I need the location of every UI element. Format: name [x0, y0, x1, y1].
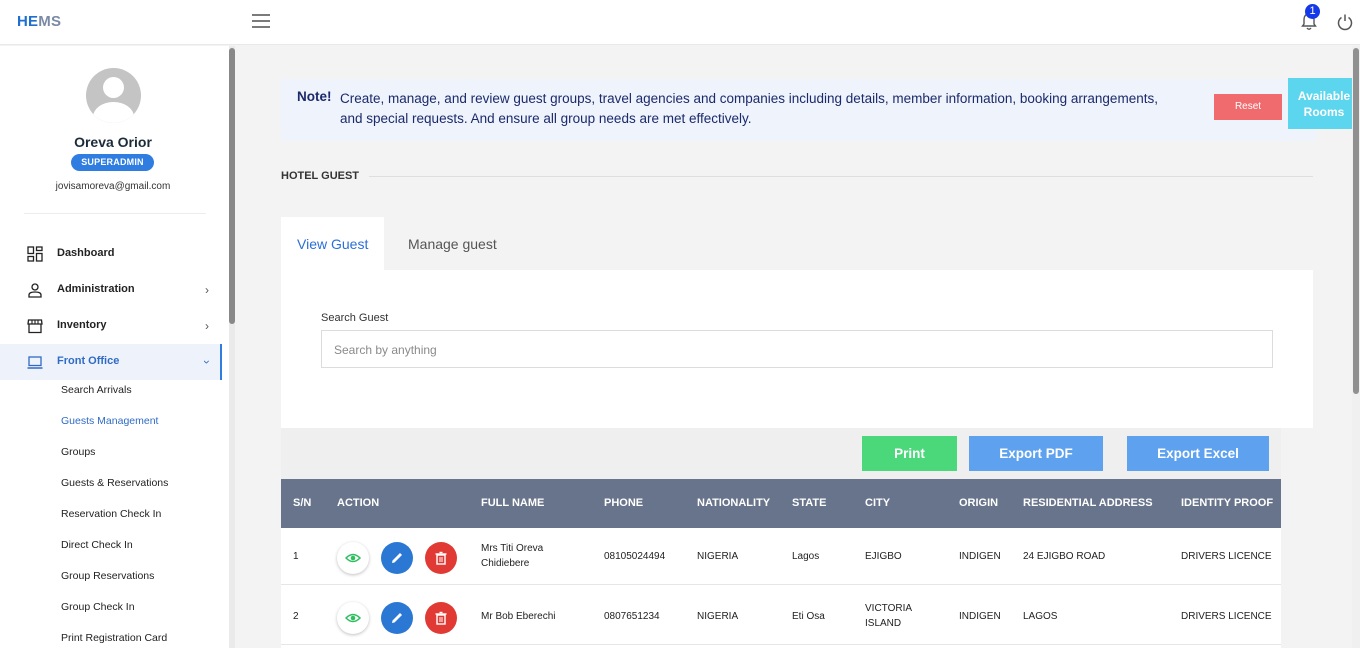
- chevron-down-icon: ›: [200, 360, 214, 364]
- sidebar-item-label: Front Office: [57, 355, 120, 367]
- cell-address: 24 EJIGBO ROAD: [1023, 551, 1106, 562]
- search-input[interactable]: Search by anything: [321, 330, 1273, 368]
- sidebar-subitem-group-check-in[interactable]: Group Check In: [61, 601, 135, 613]
- table-row[interactable]: 2 Mr Bob Eberechi 0807651234 NIGERIA Eti…: [281, 589, 1281, 645]
- view-button[interactable]: [337, 542, 369, 574]
- role-badge: SUPERADMIN: [71, 154, 154, 171]
- view-button[interactable]: [337, 602, 369, 634]
- eye-icon: [345, 553, 361, 563]
- column-header: RESIDENTIAL ADDRESS: [1023, 497, 1153, 509]
- edit-button[interactable]: [381, 542, 413, 574]
- column-header: CITY: [865, 497, 891, 509]
- cell-origin: INDIGEN: [959, 551, 1001, 562]
- sidebar-subitem-print-registration-card[interactable]: Print Registration Card: [61, 632, 167, 644]
- cell-city: VICTORIA ISLAND: [865, 603, 912, 629]
- chevron-right-icon: ›: [205, 283, 209, 297]
- sidebar-item-label: Dashboard: [57, 247, 115, 259]
- cell-state: Eti Osa: [792, 611, 825, 622]
- user-email: jovisamoreva@gmail.com: [55, 181, 171, 192]
- column-header: ACTION: [337, 497, 380, 509]
- sidebar-scrollbar[interactable]: [229, 46, 235, 648]
- main-content: Note! Create, manage, and review guest g…: [236, 46, 1352, 648]
- section-divider: [369, 176, 1313, 177]
- sidebar-item-label: Administration: [57, 283, 135, 295]
- export-excel-button[interactable]: Export Excel: [1127, 436, 1269, 471]
- trash-icon: [435, 611, 447, 625]
- store-icon: [27, 319, 43, 334]
- cell-sn: 1: [293, 551, 299, 562]
- sidebar-subitem-guests-reservations[interactable]: Guests & Reservations: [61, 477, 168, 489]
- search-card: Search Guest Search by anything: [281, 270, 1313, 428]
- cell-sn: 2: [293, 611, 299, 622]
- column-header: PHONE: [604, 497, 644, 509]
- eye-icon: [345, 613, 361, 623]
- table-header: S/N ACTION FULL NAME PHONE NATIONALITY S…: [281, 479, 1281, 528]
- note-text: Create, manage, and review guest groups,…: [340, 91, 1158, 126]
- reset-button[interactable]: Reset: [1214, 94, 1282, 120]
- note-banner: Note! Create, manage, and review guest g…: [281, 79, 1316, 141]
- sidebar-subitem-group-reservations[interactable]: Group Reservations: [61, 570, 154, 582]
- trash-icon: [435, 551, 447, 565]
- cell-nationality: NIGERIA: [697, 611, 739, 622]
- main-scrollbar[interactable]: [1352, 46, 1360, 648]
- column-header: NATIONALITY: [697, 497, 771, 509]
- sidebar-subitem-reservation-check-in[interactable]: Reservation Check In: [61, 508, 161, 520]
- sidebar-subitem-search-arrivals[interactable]: Search Arrivals: [61, 384, 132, 396]
- column-header: STATE: [792, 497, 827, 509]
- notification-badge: 1: [1305, 4, 1320, 19]
- menu-toggle-icon[interactable]: [252, 14, 270, 28]
- pencil-icon: [392, 613, 402, 623]
- available-rooms-button[interactable]: Available Rooms: [1288, 78, 1352, 129]
- cell-full-name: Mrs Titi Oreva Chidiebere: [481, 543, 544, 569]
- app-logo[interactable]: HEMS: [17, 13, 61, 30]
- sidebar-subitem-groups[interactable]: Groups: [61, 446, 95, 458]
- print-button[interactable]: Print: [862, 436, 957, 471]
- column-header: ORIGIN: [959, 497, 999, 509]
- table-row[interactable]: 1 Mrs Titi Oreva Chidiebere 08105024494 …: [281, 529, 1281, 585]
- cell-identity-proof: DRIVERS LICENCE: [1181, 611, 1272, 622]
- sidebar-subitem-direct-check-in[interactable]: Direct Check In: [61, 539, 133, 551]
- edit-button[interactable]: [381, 602, 413, 634]
- cell-address: LAGOS: [1023, 611, 1058, 622]
- column-header: IDENTITY PROOF: [1181, 497, 1274, 509]
- sidebar-subitem-guests-management[interactable]: Guests Management: [61, 415, 158, 427]
- laptop-icon: [27, 356, 43, 369]
- delete-button[interactable]: [425, 542, 457, 574]
- export-pdf-button[interactable]: Export PDF: [969, 436, 1103, 471]
- section-title: HOTEL GUEST: [281, 170, 360, 182]
- sidebar-item-label: Inventory: [57, 319, 107, 331]
- sidebar-divider: [24, 213, 206, 214]
- user-name: Oreva Orior: [74, 134, 152, 150]
- note-label: Note!: [297, 89, 332, 104]
- tab-manage-guest[interactable]: Manage guest: [408, 236, 497, 252]
- cell-phone: 08105024494: [604, 551, 666, 562]
- guest-table: S/N ACTION FULL NAME PHONE NATIONALITY S…: [281, 479, 1281, 648]
- cell-state: Lagos: [792, 551, 820, 562]
- search-label: Search Guest: [321, 312, 389, 324]
- dashboard-icon: [27, 246, 43, 262]
- column-header: S/N: [293, 497, 312, 509]
- cell-origin: INDIGEN: [959, 611, 1001, 622]
- column-header: FULL NAME: [481, 497, 545, 509]
- sidebar-item-front-office[interactable]: Front Office ›: [0, 344, 222, 380]
- cell-phone: 0807651234: [604, 611, 660, 622]
- top-bar: HEMS 1: [0, 0, 1360, 45]
- export-toolbar: Print Export PDF Export Excel: [281, 428, 1281, 479]
- chevron-right-icon: ›: [205, 319, 209, 333]
- sidebar-item-administration[interactable]: Administration ›: [0, 272, 222, 308]
- delete-button[interactable]: [425, 602, 457, 634]
- sidebar-item-inventory[interactable]: Inventory ›: [0, 308, 222, 344]
- sidebar: Oreva Orior SUPERADMIN jovisamoreva@gmai…: [0, 46, 229, 648]
- cell-full-name: Mr Bob Eberechi: [481, 611, 556, 622]
- avatar: [86, 68, 141, 123]
- cell-identity-proof: DRIVERS LICENCE: [1181, 551, 1272, 562]
- cell-nationality: NIGERIA: [697, 551, 739, 562]
- tab-view-guest[interactable]: View Guest: [281, 217, 384, 270]
- user-icon: [28, 283, 42, 298]
- pencil-icon: [392, 553, 402, 563]
- cell-city: EJIGBO: [865, 551, 902, 562]
- power-icon[interactable]: [1336, 13, 1354, 31]
- sidebar-item-dashboard[interactable]: Dashboard: [0, 236, 222, 272]
